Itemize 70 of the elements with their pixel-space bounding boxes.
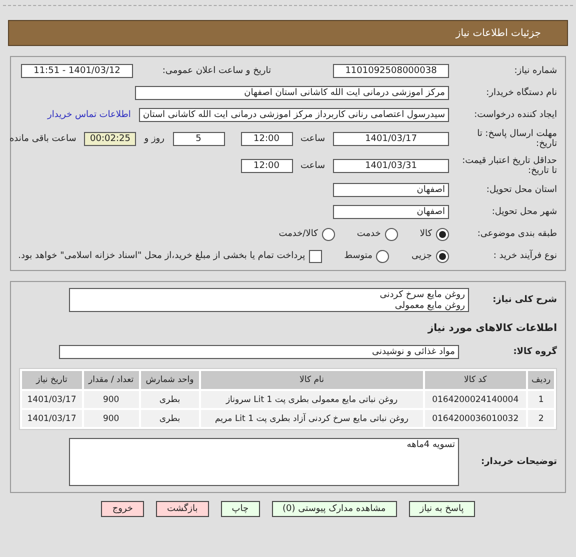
column-header: تاریخ نیاز [22, 371, 82, 390]
field-label: شهر محل تحویل: [490, 207, 557, 218]
time-label: ساعت [300, 134, 325, 144]
section-title: اطلاعات کالاهای مورد نیاز [428, 322, 557, 334]
radio-label: جزیی [411, 251, 432, 262]
buyer-contact-link[interactable]: اطلاعات تماس خریدار [48, 110, 131, 120]
announce-date-field: 1401/03/12 - 11:51 [21, 64, 133, 78]
column-header: کد کالا [424, 371, 526, 390]
goods-group-field: مواد غذائی و نوشیدنی [59, 345, 459, 360]
column-header: واحد شمارش [140, 371, 199, 390]
table-cell: بطری [140, 410, 199, 428]
radio-label: متوسط [344, 251, 372, 262]
table-cell: روغن نباتی مایع سرخ کردنی آزاد بطری پت 1 Lit مریم [200, 410, 423, 428]
table-cell: 900 [84, 391, 139, 408]
radio-button[interactable] [436, 228, 449, 241]
field-label: استان محل تحویل: [485, 185, 557, 196]
table-cell: بطری [140, 391, 199, 408]
table-cell: 900 [84, 410, 139, 428]
deadline-time-field: 12:00 [240, 132, 292, 146]
field-label: توضیحات خریدار: [480, 457, 557, 468]
field-label: ایجاد کننده درخواست: [473, 110, 557, 120]
table-cell: 2 [528, 410, 554, 428]
action-button[interactable]: پاسخ به نیاز [408, 501, 475, 518]
action-button[interactable]: مشاهده مدارک پیوستی (0) [272, 501, 397, 518]
action-button[interactable]: بازگشت [156, 501, 209, 518]
need-number-field: 1101092508000038 [333, 64, 449, 78]
field-label: مهلت ارسال پاسخ: تا تاریخ: [476, 129, 557, 150]
action-button[interactable]: چاپ [220, 501, 260, 518]
table-cell: 0164200024140004 [424, 391, 526, 408]
field-label: حداقل تاریخ اعتبار قیمت: تا تاریخ: [461, 156, 557, 176]
time-label: ساعت [300, 161, 325, 172]
column-header: نام کالا [200, 371, 423, 390]
table-cell: 1401/03/17 [22, 391, 82, 408]
buyer-name-field: مرکز اموزشی درمانی ایت الله کاشانی استان اصفهان [135, 86, 449, 100]
header-title: جزئیات اطلاعات نیاز [456, 28, 541, 38]
column-header: ردیف [528, 371, 554, 390]
radio-label: کالا/خدمت [278, 229, 318, 240]
table-cell: روغن نباتی مایع معمولی بطری پت 1 Lit سروناز [200, 391, 423, 408]
radio-button[interactable] [322, 228, 335, 241]
deadline-date-field: 1401/03/17 [333, 132, 449, 146]
radio-button[interactable] [436, 250, 449, 263]
days-field: 5 [172, 132, 224, 146]
checkbox[interactable] [309, 250, 322, 263]
action-button[interactable]: خروج [101, 501, 144, 518]
field-label: تاریخ و ساعت اعلان عمومی: [161, 66, 271, 76]
validity-date-field: 1401/03/31 [333, 159, 449, 174]
creator-field: سیدرسول اعتصامی رنانی کاربرداز مرکز اموزشی درمانی ایت الله کاشانی استان [138, 108, 449, 122]
validity-time-field: 12:00 [240, 159, 292, 174]
field-label: نام دستگاه خریدار: [485, 88, 557, 98]
field-label: شرح کلی نیاز: [492, 295, 557, 306]
field-label: گروه کالا: [512, 347, 557, 358]
days-label: روز و [144, 134, 164, 144]
province-field: اصفهان [333, 183, 449, 198]
field-label: طبقه بندی موضوعی: [476, 229, 557, 240]
column-header: تعداد / مقدار [84, 371, 139, 390]
radio-label: خدمت [356, 229, 381, 240]
checkbox-label: پرداخت تمام یا بخشی از مبلغ خرید،از محل "اسناد خزانه اسلامی" خواهد بود. [18, 251, 306, 262]
field-label: شماره نیاز: [513, 66, 557, 76]
table-cell: 1 [528, 391, 554, 408]
table-cell: 1401/03/17 [22, 410, 82, 428]
radio-button[interactable] [376, 250, 390, 263]
city-field: اصفهان [333, 205, 449, 220]
description-field: روغن مایع سرخ کردنی روغن مایع معمولی [69, 288, 469, 312]
buyer-notes-field: تسویه 4ماهه [69, 438, 459, 486]
radio-button[interactable] [384, 228, 398, 241]
table-cell: 0164200036010032 [424, 410, 526, 428]
remaining-time-field: 00:02:25 [84, 132, 136, 146]
radio-label: کالا [420, 229, 432, 240]
remaining-label: ساعت باقی مانده [9, 134, 76, 144]
field-label: نوع فرآیند خرید : [492, 251, 557, 262]
